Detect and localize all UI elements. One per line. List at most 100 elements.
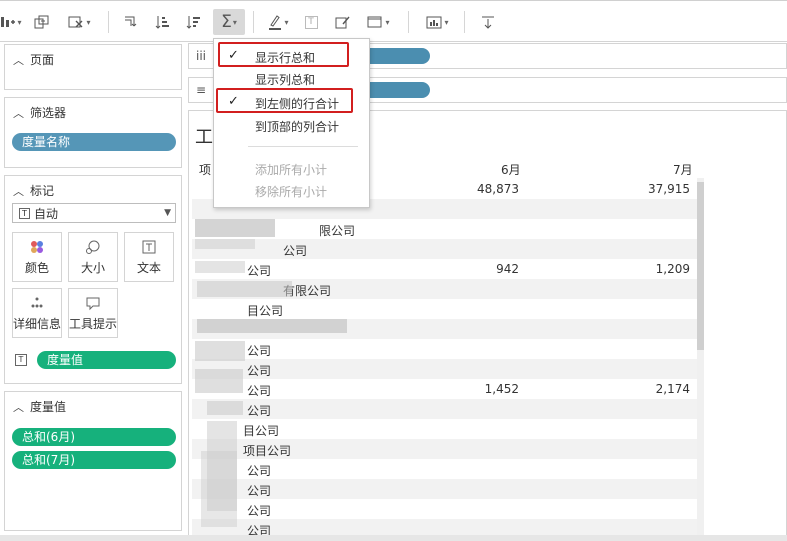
row-name: 公司 [247, 484, 272, 498]
totals-sigma-icon[interactable]: Σ ▾ [213, 9, 245, 35]
scrollbar-thumb[interactable] [697, 182, 704, 350]
table-row[interactable]: 公司 1,452 2,174 [192, 379, 697, 399]
sort-descending-icon[interactable] [182, 9, 206, 35]
toolbar-divider [253, 11, 254, 33]
mark-type-value: 自动 [34, 206, 59, 221]
detail-button[interactable]: 详细信息 [12, 288, 62, 338]
cell-june: 1,452 [484, 382, 519, 396]
filters-title: 筛选器 [30, 106, 67, 120]
detail-dots-icon [29, 295, 45, 311]
row-name: 公司 [247, 384, 272, 398]
row-name: 公司 [283, 244, 308, 258]
header-june: 6月 [501, 163, 521, 177]
table-row[interactable]: 公司 [192, 499, 697, 519]
table-row[interactable]: 公司 [192, 239, 697, 259]
row-name: 公司 [247, 464, 272, 478]
header-item: 项 [199, 163, 212, 177]
cell-july: 1,209 [655, 262, 690, 276]
header-july: 7月 [673, 163, 693, 177]
row-name: 公司 [247, 264, 272, 278]
row-name: 公司 [247, 344, 272, 358]
text-encoding-icon: T [15, 354, 27, 366]
row-name: 公司 [247, 404, 272, 418]
text-button[interactable]: 文本 [124, 232, 174, 282]
detail-label: 详细信息 [13, 316, 62, 331]
highlight-pen-icon[interactable]: ▾ [263, 9, 293, 35]
measure-pill-june[interactable]: 总和(6月) [12, 428, 176, 446]
show-mark-labels-icon[interactable]: ▾ [0, 9, 22, 35]
menu-item-2[interactable]: 显示列总和 [214, 68, 369, 88]
chevron-up-icon[interactable]: ︿ [13, 399, 24, 415]
swap-rows-columns-icon[interactable] [118, 9, 144, 35]
sort-ascending-icon[interactable] [151, 9, 175, 35]
blurred-text [201, 451, 237, 527]
rows-shelf-icon: ≡ [196, 83, 207, 97]
text-mark-icon: T [19, 207, 30, 219]
toolbar: ▾ ▾ Σ ▾ ▾ T ▾ ▾ [0, 0, 787, 42]
group-members-icon[interactable] [30, 9, 54, 35]
table-row[interactable]: 公司 [192, 359, 697, 379]
annotation-highlight-box [216, 88, 353, 113]
download-icon[interactable] [476, 9, 500, 35]
blurred-text [195, 341, 245, 361]
measure-values-card: ︿ 度量值 总和(6月) 总和(7月) [4, 391, 182, 531]
table-row[interactable]: 目公司 [192, 299, 697, 319]
row-name: 目公司 [247, 304, 284, 318]
toolbar-divider [108, 11, 109, 33]
color-label: 颜色 [24, 260, 49, 275]
row-name: 项目公司 [243, 444, 292, 458]
sheet-tabs-bar [0, 535, 787, 541]
filter-pill-measure-names[interactable]: 度量名称 [12, 133, 176, 151]
menu-item-label: 到顶部的列合计 [255, 120, 340, 134]
chevron-up-icon[interactable]: ︿ [13, 183, 24, 199]
table-row[interactable]: 公司 [192, 479, 697, 499]
row-name: 限公司 [319, 224, 356, 238]
pages-card: ︿ 页面 [4, 44, 182, 90]
color-button[interactable]: 颜色 [12, 232, 62, 282]
table-row[interactable]: 公司 [192, 339, 697, 359]
blurred-text [195, 261, 245, 273]
table-row[interactable]: 公司 942 1,209 [192, 259, 697, 279]
row-name: 公司 [247, 364, 272, 378]
toolbar-divider [408, 11, 409, 33]
menu-divider [248, 146, 358, 147]
chevron-up-icon[interactable]: ︿ [13, 105, 24, 121]
menu-item-4[interactable]: 到顶部的列合计 [214, 115, 369, 135]
cell-june: 942 [496, 262, 519, 276]
cell-july: 2,174 [655, 382, 690, 396]
mark-type-select[interactable]: T 自动 ▼ [12, 203, 176, 223]
row-name: 目公司 [243, 424, 280, 438]
chevron-up-icon[interactable]: ︿ [13, 52, 24, 68]
table-row[interactable]: 公司 [192, 399, 697, 419]
annotate-icon[interactable] [330, 9, 356, 35]
toolbar-divider [464, 11, 465, 33]
text-labels-icon[interactable]: T [300, 9, 322, 35]
clear-sheet-icon[interactable]: ▾ [63, 9, 95, 35]
annotation-highlight-box [218, 42, 349, 67]
columns-shelf-icon: iii [196, 49, 207, 63]
measure-values-title: 度量值 [30, 400, 67, 414]
table-row[interactable]: 公司 [192, 459, 697, 479]
text-label: 文本 [136, 260, 161, 275]
blurred-text [195, 219, 275, 237]
chevron-down-icon: ▼ [164, 208, 171, 218]
size-button[interactable]: 大小 [68, 232, 118, 282]
show-me-icon[interactable]: ▾ [420, 9, 454, 35]
size-icon [85, 239, 101, 255]
menu-item-label: 显示列总和 [255, 73, 316, 87]
marks-title: 标记 [30, 184, 55, 198]
tooltip-button[interactable]: 工具提示 [68, 288, 118, 338]
vertical-scrollbar[interactable] [697, 178, 704, 540]
fit-view-icon[interactable]: ▾ [362, 9, 394, 35]
measure-values-pill[interactable]: 度量值 [37, 351, 176, 369]
blurred-text [197, 281, 292, 297]
text-icon [141, 239, 157, 255]
cell-june: 48,873 [477, 182, 519, 196]
blurred-text [197, 319, 347, 333]
blurred-text [207, 401, 243, 415]
cell-july: 37,915 [648, 182, 690, 196]
measure-pill-july[interactable]: 总和(7月) [12, 451, 176, 469]
table-row[interactable]: 目公司 [192, 419, 697, 439]
table-row[interactable]: 项目公司 [192, 439, 697, 459]
pages-title: 页面 [30, 53, 55, 67]
